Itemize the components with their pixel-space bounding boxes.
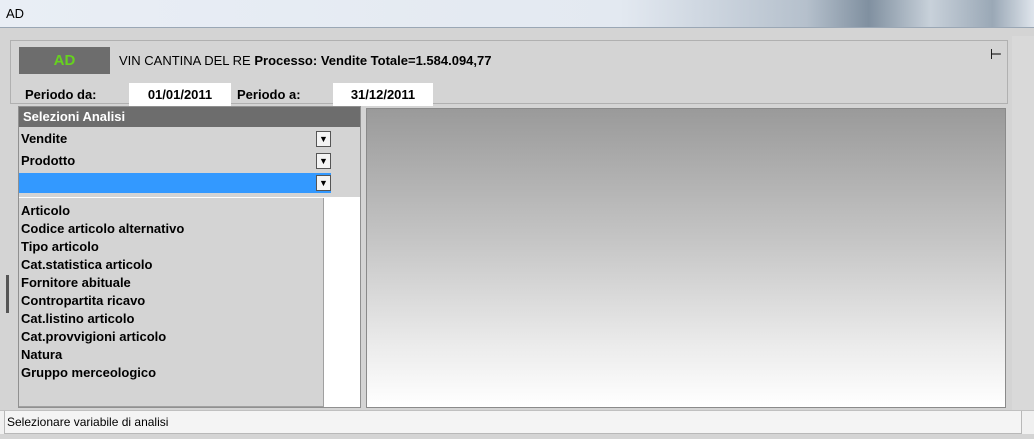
- right-edge: [1012, 36, 1034, 410]
- dropdown-option[interactable]: Cat.listino articolo: [21, 310, 134, 328]
- combo-level-1-value: Vendite: [21, 131, 68, 146]
- selection-combos: Vendite ▼ Prodotto ▼ ▼: [19, 127, 360, 197]
- company-name: VIN CANTINA DEL RE: [119, 53, 251, 68]
- chevron-down-icon[interactable]: ▼: [316, 131, 331, 147]
- selection-panel-title: Selezioni Analisi: [19, 107, 360, 127]
- analysis-display-area: [366, 108, 1006, 408]
- company-code-badge: AD: [19, 47, 110, 74]
- dropdown-option[interactable]: Cat.provvigioni articolo: [21, 328, 166, 346]
- dropdown-option[interactable]: Cat.statistica articolo: [21, 256, 153, 274]
- splitter-mark[interactable]: [6, 275, 9, 313]
- client-area: AD VIN CANTINA DEL RE Processo: Vendite …: [10, 36, 1008, 408]
- dropdown-option[interactable]: Fornitore abituale: [21, 274, 131, 292]
- dropdown-option[interactable]: Tipo articolo: [21, 238, 99, 256]
- chevron-down-icon[interactable]: ▼: [316, 153, 331, 169]
- status-bar: Selezionare variabile di analisi: [0, 410, 1034, 434]
- period-from-field[interactable]: 01/01/2011: [129, 83, 231, 106]
- combo-level-3[interactable]: ▼: [19, 173, 331, 193]
- process-total: Processo: Vendite Totale=1.584.094,77: [254, 53, 492, 68]
- combo-level-2-value: Prodotto: [21, 153, 76, 168]
- period-to-label: Periodo a:: [237, 87, 301, 102]
- dropdown-option[interactable]: Gruppo merceologico: [21, 364, 156, 382]
- dropdown-option[interactable]: Contropartita ricavo: [21, 292, 145, 310]
- combo-level-2[interactable]: Prodotto ▼: [19, 151, 331, 171]
- status-text: Selezionare variabile di analisi: [4, 411, 1022, 434]
- app-window: AD AD VIN CANTINA DEL RE Processo: Vendi…: [0, 0, 1034, 439]
- dropdown-option[interactable]: Articolo: [21, 202, 70, 220]
- period-to-field[interactable]: 31/12/2011: [333, 83, 433, 106]
- window-title: AD: [6, 6, 25, 21]
- dropdown-option[interactable]: Natura: [21, 346, 62, 364]
- header-panel: AD VIN CANTINA DEL RE Processo: Vendite …: [10, 40, 1008, 106]
- dropdown-option[interactable]: Codice articolo alternativo: [21, 220, 184, 238]
- period-from-label: Periodo da:: [25, 87, 97, 102]
- company-info: VIN CANTINA DEL RE Processo: Vendite Tot…: [119, 53, 491, 68]
- pin-icon[interactable]: ⊢: [985, 47, 1007, 61]
- analysis-selection-panel: Selezioni Analisi Vendite ▼ Prodotto ▼ ▼…: [18, 106, 361, 408]
- combo-level-1[interactable]: Vendite ▼: [19, 129, 331, 149]
- title-bar[interactable]: AD: [0, 0, 1034, 28]
- dropdown-list: Articolo Codice articolo alternativo Tip…: [19, 198, 324, 407]
- chevron-down-icon[interactable]: ▼: [316, 175, 331, 191]
